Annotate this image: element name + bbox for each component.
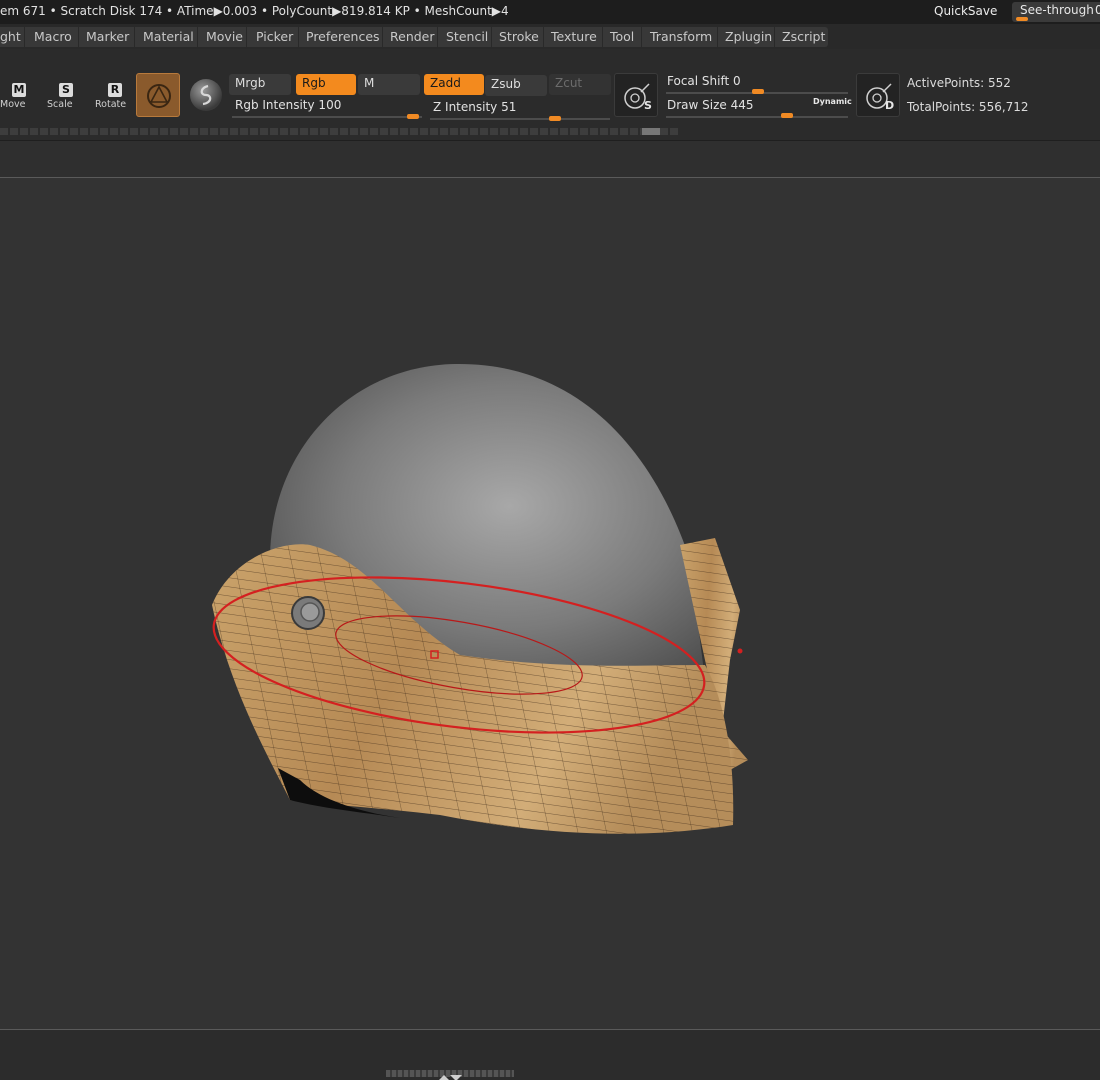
menu-separator [602, 27, 603, 47]
zcut-button[interactable]: Zcut [549, 74, 611, 95]
total-points: TotalPoints: 556,712 [907, 100, 1029, 114]
shelf-scroll-thumb[interactable] [642, 128, 660, 135]
target-s-icon: S [624, 83, 652, 112]
menu-transform[interactable]: Transform [650, 29, 712, 44]
menu-light[interactable]: ght [0, 29, 21, 44]
menu-stroke[interactable]: Stroke [499, 29, 539, 44]
scale-label: Scale [47, 99, 73, 110]
rgb-intensity-slider[interactable] [232, 116, 422, 118]
see-through-label: See-through [1020, 3, 1094, 17]
menu-movie[interactable]: Movie [206, 29, 243, 44]
move-tool[interactable]: M Move [0, 82, 30, 112]
see-through-slider[interactable]: See-through 0 [1012, 2, 1100, 22]
focal-shift-knob[interactable] [752, 89, 764, 94]
menu-separator [774, 27, 775, 47]
z-intensity-slider[interactable] [430, 118, 610, 120]
menu-stencil[interactable]: Stencil [446, 29, 488, 44]
menu-picker[interactable]: Picker [256, 29, 293, 44]
menu-tool[interactable]: Tool [610, 29, 634, 44]
spotlight-d-button[interactable]: D [856, 73, 900, 117]
scale-icon: S [59, 83, 73, 97]
menu-separator [78, 27, 79, 47]
helmet-model[interactable] [0, 179, 1100, 1029]
status-bar: em 671 • Scratch Disk 174 • ATime▶0.003 … [0, 0, 1100, 24]
target-d-icon: D [866, 83, 894, 112]
menu-separator [717, 27, 718, 47]
dynamic-toggle[interactable]: Dynamic [813, 97, 852, 106]
zsub-button[interactable]: Zsub [485, 75, 547, 96]
shelf-lower-area [0, 140, 1100, 178]
menu-material[interactable]: Material [143, 29, 194, 44]
canvas-viewport[interactable] [0, 179, 1100, 1029]
material-sphere-icon[interactable] [190, 79, 222, 111]
brush-icon [147, 84, 171, 108]
focal-shift-label: Focal Shift 0 [667, 74, 741, 88]
bottom-shelf [0, 1029, 1100, 1080]
quicksave-button[interactable]: QuickSave [934, 4, 997, 18]
rgb-intensity-knob[interactable] [407, 114, 419, 119]
menu-separator [134, 27, 135, 47]
menu-render[interactable]: Render [390, 29, 435, 44]
draw-size-label: Draw Size 445 [667, 98, 754, 112]
rotate-tool[interactable]: R Rotate [94, 82, 128, 112]
svg-text:D: D [885, 99, 894, 112]
bolt-inner [300, 602, 320, 622]
move-label: Move [0, 99, 26, 110]
mrgb-button[interactable]: Mrgb [229, 74, 291, 95]
rgb-button[interactable]: Rgb [296, 74, 356, 95]
rotate-icon: R [108, 83, 122, 97]
shelf-scrollbar[interactable] [0, 128, 680, 135]
material-swirl-icon [200, 84, 212, 106]
brush-edge-dot [737, 648, 743, 654]
menu-bar: ght Macro Marker Material Movie Picker P… [0, 24, 1100, 49]
see-through-value: 0 [1095, 3, 1100, 17]
draw-size-slider[interactable] [666, 116, 848, 118]
menu-marker[interactable]: Marker [86, 29, 129, 44]
active-points: ActivePoints: 552 [907, 76, 1011, 90]
status-text: em 671 • Scratch Disk 174 • ATime▶0.003 … [0, 4, 509, 18]
current-brush-button[interactable] [136, 73, 180, 117]
menu-separator [197, 27, 198, 47]
menu-preferences[interactable]: Preferences [306, 29, 380, 44]
bottom-shelf-handle[interactable] [386, 1070, 514, 1080]
svg-text:S: S [644, 99, 652, 112]
rgb-intensity-label: Rgb Intensity 100 [235, 98, 342, 112]
menu-zplugin[interactable]: Zplugin [725, 29, 772, 44]
menu-separator [543, 27, 544, 47]
rotate-label: Rotate [95, 99, 127, 110]
zadd-button[interactable]: Zadd [424, 74, 484, 95]
scale-tool[interactable]: S Scale [46, 82, 76, 112]
see-through-knob[interactable] [1016, 17, 1028, 21]
move-icon: M [12, 83, 26, 97]
menu-separator [24, 27, 25, 47]
menu-list: ght Macro Marker Material Movie Picker P… [0, 27, 828, 47]
menu-separator [491, 27, 492, 47]
menu-separator [246, 27, 247, 47]
z-intensity-label: Z Intensity 51 [433, 100, 517, 114]
m-button[interactable]: M [358, 74, 420, 95]
expand-arrows-icon [439, 1075, 462, 1080]
menu-separator [641, 27, 642, 47]
menu-zscript[interactable]: Zscript [782, 29, 825, 44]
draw-size-knob[interactable] [781, 113, 793, 118]
menu-texture[interactable]: Texture [551, 29, 597, 44]
z-intensity-knob[interactable] [549, 116, 561, 121]
menu-separator [298, 27, 299, 47]
menu-separator [437, 27, 438, 47]
menu-macro[interactable]: Macro [34, 29, 72, 44]
menu-separator [382, 27, 383, 47]
spotlight-s-button[interactable]: S [614, 73, 658, 117]
